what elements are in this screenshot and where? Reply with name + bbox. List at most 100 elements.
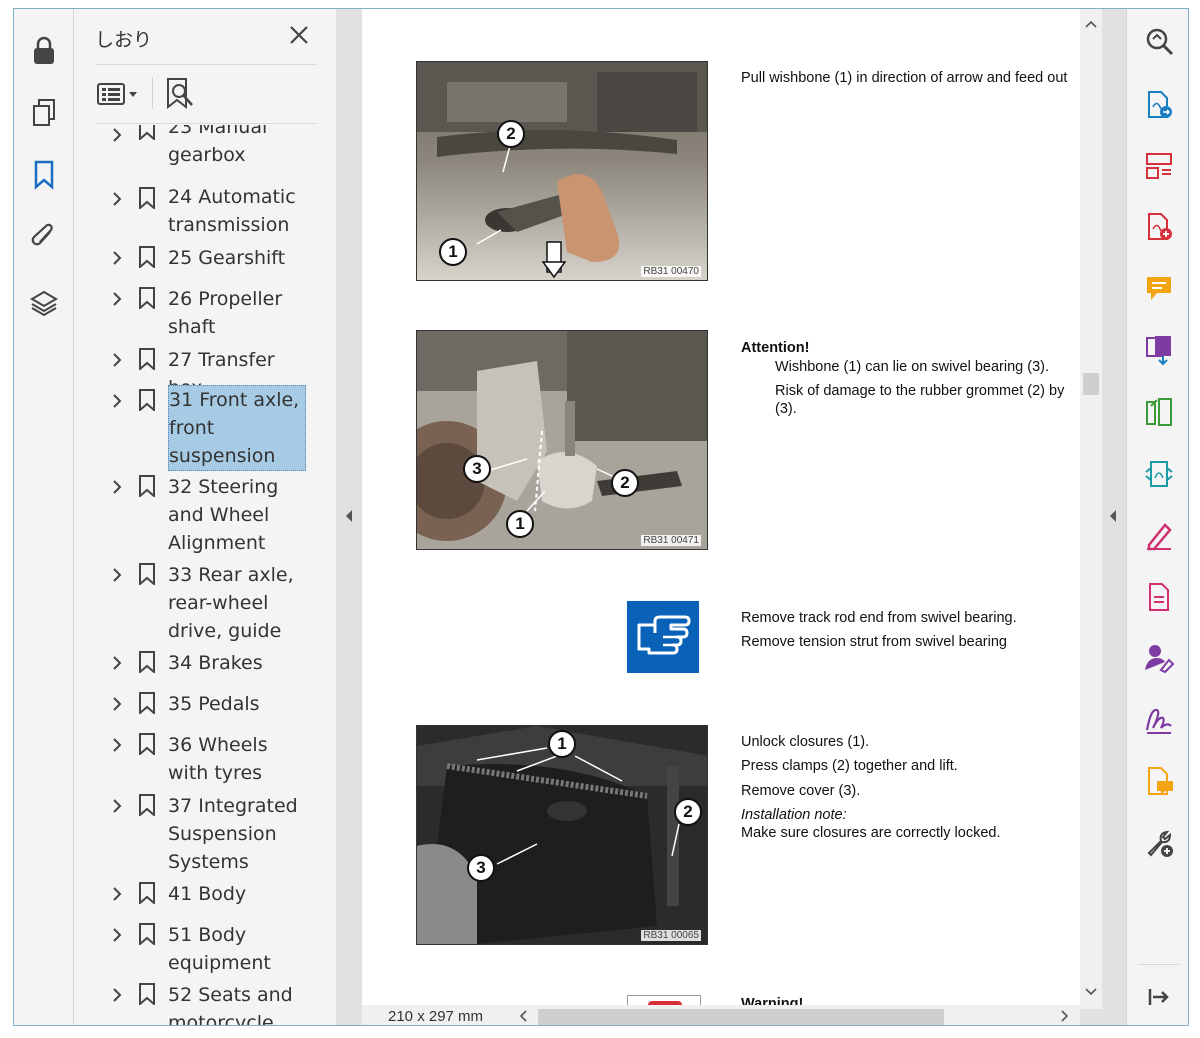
app-window: しおり 23 Manual gearbox 24 Automatic trans…	[13, 8, 1189, 1026]
bookmark-flag-icon	[139, 733, 155, 755]
bookmark-flag-icon	[139, 983, 155, 1005]
collapse-panel-icon[interactable]	[1143, 981, 1175, 1013]
chevron-left-icon[interactable]	[518, 1010, 528, 1022]
step-text: Press clamps (2) together and lift.	[741, 758, 958, 774]
bookmark-label: 41 Body	[168, 883, 247, 905]
pointing-hand-icon	[627, 601, 699, 673]
bookmark-flag-icon	[139, 475, 155, 497]
document-horizontal-scrollbar[interactable]	[512, 1005, 1080, 1025]
create-pdf-icon[interactable]	[1143, 211, 1175, 243]
collapse-left-panel-icon[interactable]	[344, 509, 354, 523]
bookmark-label: 31 Front axle, front suspension	[168, 385, 306, 471]
chevron-right-icon[interactable]	[110, 479, 124, 495]
callout-3: 3	[463, 455, 491, 483]
bookmark-label: 32 Steering and Wheel Alignment	[168, 476, 279, 554]
bookmark-label: 33 Rear axle, rear-wheel drive, guide	[168, 564, 294, 642]
callout-3: 3	[467, 854, 495, 882]
callout-2: 2	[611, 469, 639, 497]
callout-1: 1	[439, 238, 467, 266]
compress-pdf-icon[interactable]	[1143, 396, 1175, 428]
chevron-right-icon[interactable]	[110, 191, 124, 207]
edit-pdf-icon[interactable]	[1143, 581, 1175, 613]
bookmark-flag-icon	[139, 923, 155, 945]
lock-icon[interactable]	[28, 35, 60, 67]
bookmark-label: 35 Pedals	[168, 693, 260, 715]
divider	[95, 64, 317, 65]
chevron-right-icon[interactable]	[110, 655, 124, 671]
chevron-right-icon[interactable]	[110, 127, 124, 143]
bookmark-flag-icon	[139, 389, 155, 411]
send-for-review-icon[interactable]	[1143, 458, 1175, 490]
chevron-right-icon[interactable]	[110, 250, 124, 266]
status-bar: 210 x 297 mm	[362, 1005, 1080, 1025]
chevron-right-icon[interactable]	[110, 927, 124, 943]
chevron-right-icon[interactable]	[1060, 1010, 1070, 1022]
divider	[1139, 964, 1179, 965]
bookmark-list: 23 Manual gearbox 24 Automatic transmiss…	[94, 125, 310, 1025]
panel-title: しおり	[95, 29, 153, 51]
right-toolbar	[1126, 9, 1188, 1025]
certificates-icon[interactable]	[1143, 704, 1175, 736]
bookmark-label: 26 Propeller shaft	[168, 288, 283, 338]
chevron-right-icon[interactable]	[110, 567, 124, 583]
scrollbar-thumb[interactable]	[1083, 373, 1099, 395]
attention-line: (3).	[775, 401, 797, 417]
chevron-right-icon[interactable]	[110, 393, 124, 409]
chevron-right-icon[interactable]	[110, 696, 124, 712]
divider	[152, 77, 153, 109]
attachment-icon[interactable]	[28, 221, 60, 253]
fill-sign-icon[interactable]	[1143, 519, 1175, 551]
request-signature-icon[interactable]	[1143, 642, 1175, 674]
chevron-right-icon[interactable]	[110, 737, 124, 753]
bookmark-flag-icon	[139, 651, 155, 673]
chevron-right-icon[interactable]	[110, 798, 124, 814]
step-text: Remove cover (3).	[741, 783, 861, 799]
bookmark-flag-icon	[139, 882, 155, 904]
document-vertical-scrollbar[interactable]	[1080, 9, 1102, 1009]
chevron-right-icon[interactable]	[110, 352, 124, 368]
bookmark-label: 52 Seats and motorcycle	[168, 984, 293, 1025]
export-comments-icon[interactable]	[1143, 765, 1175, 797]
figure-code: RB31 00470	[641, 266, 701, 277]
organize-pages-icon[interactable]	[1143, 150, 1175, 182]
zoom-icon[interactable]	[1143, 25, 1175, 57]
chevron-right-icon[interactable]	[110, 886, 124, 902]
bookmark-flag-icon	[139, 246, 155, 268]
comment-icon[interactable]	[1143, 273, 1175, 305]
export-pdf-icon[interactable]	[1143, 89, 1175, 121]
chevron-up-icon[interactable]	[1085, 19, 1097, 29]
bookmark-label: 23 Manual gearbox	[168, 125, 268, 166]
bookmark-label: 37 Integrated Suspension Systems	[168, 795, 298, 873]
chevron-right-icon[interactable]	[110, 291, 124, 307]
collapse-right-panel-icon[interactable]	[1108, 509, 1118, 523]
new-bookmark-button[interactable]	[164, 77, 196, 111]
figure-wishbone: 2 1 RB31 00470	[416, 61, 708, 281]
combine-files-icon[interactable]	[1143, 334, 1175, 366]
bookmark-flag-icon	[139, 348, 155, 370]
bookmark-label: 34 Brakes	[168, 652, 263, 674]
layers-icon[interactable]	[28, 287, 60, 319]
bookmark-flag-icon	[139, 187, 155, 209]
callout-2: 2	[674, 798, 702, 826]
step-text: Remove tension strut from swivel bearing	[741, 634, 1007, 650]
bookmark-label: 25 Gearshift	[168, 247, 286, 269]
figure-swivel-bearing: 3 2 1 RB31 00471	[416, 330, 708, 550]
bookmark-flag-icon	[139, 125, 155, 140]
bookmark-label: 24 Automatic transmission	[168, 186, 296, 236]
chevron-right-icon[interactable]	[110, 987, 124, 1003]
bookmark-options-button[interactable]	[95, 79, 141, 109]
left-toolbar	[14, 9, 74, 1025]
callout-2: 2	[497, 120, 525, 148]
pages-icon[interactable]	[28, 97, 60, 129]
callout-1: 1	[548, 730, 576, 758]
document-viewport[interactable]: 2 1 RB31 00470 Pull wishbone (1) in dire…	[336, 9, 1126, 1025]
more-tools-icon[interactable]	[1143, 827, 1175, 859]
bookmark-flag-icon	[139, 563, 155, 585]
installation-note-label: Installation note:	[741, 807, 847, 823]
bookmark-icon[interactable]	[28, 159, 60, 191]
close-icon[interactable]	[287, 23, 311, 47]
bookmark-flag-icon	[139, 692, 155, 714]
chevron-down-icon[interactable]	[1085, 987, 1097, 997]
installation-note: Make sure closures are correctly locked.	[741, 825, 1001, 841]
scrollbar-thumb[interactable]	[538, 1009, 944, 1025]
